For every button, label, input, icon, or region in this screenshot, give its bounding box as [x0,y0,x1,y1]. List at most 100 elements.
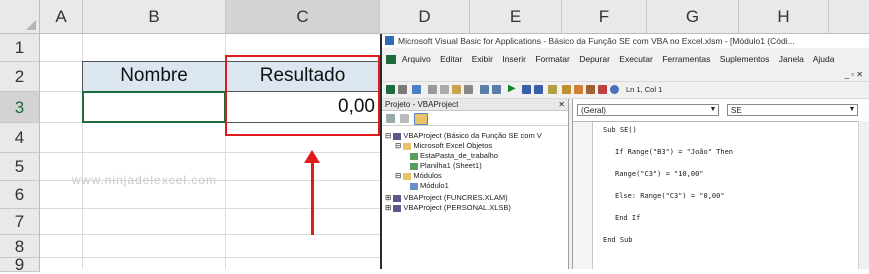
menu-depurar[interactable]: Depurar [579,54,610,64]
row-header-9[interactable]: 9 [0,256,40,273]
column-header-b[interactable]: B [83,0,226,34]
tree-node-module1[interactable]: Módulo1 [410,181,449,191]
cut-icon[interactable] [428,85,437,94]
expand-icon[interactable]: ⊞ [385,193,391,202]
design-mode-icon[interactable] [548,85,557,94]
window-controls[interactable]: _ ▫ ✕ [845,70,863,79]
copy-icon[interactable] [440,85,449,94]
menu-ferramentas[interactable]: Ferramentas [662,54,710,64]
tree-node-label: VBAProject (FUNCRES.XLAM) [403,193,508,202]
procedure-dropdown[interactable]: SE ▼ [727,104,858,116]
row-header-3[interactable]: 3 [0,92,40,123]
folder-icon [403,142,412,150]
column-header-d[interactable]: D [380,0,470,34]
menu-exibir[interactable]: Exibir [472,54,493,64]
arrow-shaft [311,160,314,235]
collapse-icon[interactable]: ⊟ [395,171,401,180]
tree-node-funcres[interactable]: ⊞ VBAProject (FUNCRES.XLAM) [385,193,508,203]
menu-ajuda[interactable]: Ajuda [813,54,835,64]
vba-title-text: Microsoft Visual Basic for Applications … [398,36,795,46]
project-pane-title: Projeto - VBAProject ✕ [382,99,568,111]
row-header-4[interactable]: 4 [0,123,40,153]
tree-node-label: EstaPasta_de_trabalho [420,151,498,160]
code-editor[interactable]: Sub SE() If Range("B3") = "João" Then Ra… [573,121,859,269]
code-line-1: Sub SE() [603,126,637,134]
view-code-icon[interactable] [386,114,395,123]
view-excel-icon[interactable] [386,85,395,94]
column-header-e[interactable]: E [470,0,562,34]
select-all-corner[interactable] [0,0,40,34]
row-header-6[interactable]: 6 [0,181,40,209]
row-header-1[interactable]: 1 [0,34,40,62]
code-line-4: Else: Range("C3") = "0,00" [615,192,725,200]
tree-node-sheet1[interactable]: Planilha1 (Sheet1) [410,161,482,171]
menu-suplementos[interactable]: Suplementos [720,54,770,64]
toolbox-icon[interactable] [598,85,607,94]
module-icon [410,182,418,190]
paste-icon[interactable] [452,85,461,94]
tree-node-label: Planilha1 (Sheet1) [420,161,482,170]
column-header-h[interactable]: H [739,0,829,34]
tree-node-workbook[interactable]: EstaPasta_de_trabalho [410,151,498,161]
code-line-3: Range("C3") = "10,00" [615,170,704,178]
menu-janela[interactable]: Janela [779,54,804,64]
project-explorer-pane: Projeto - VBAProject ✕ ⊟ VBAProject (Bás… [382,99,569,269]
chevron-down-icon[interactable]: ▼ [848,106,856,114]
column-header-i[interactable] [829,0,869,34]
code-line-2: If Range("B3") = "João" Then [615,148,734,156]
reset-icon[interactable] [534,85,543,94]
vba-title-bar[interactable]: Microsoft Visual Basic for Applications … [382,34,869,48]
redo-icon[interactable] [492,85,501,94]
menu-arquivo[interactable]: Arquivo [402,54,431,64]
insert-icon[interactable] [398,85,407,94]
tree-node-vbaproject-main[interactable]: ⊟ VBAProject (Básico da Função SE com V [385,131,542,141]
workbook-icon [410,152,418,160]
undo-icon[interactable] [480,85,489,94]
tree-node-excel-objects[interactable]: ⊟ Microsoft Excel Objetos [395,141,492,151]
column-header-f[interactable]: F [562,0,647,34]
watermark: www.ninjadelexcel.com [72,173,218,187]
collapse-icon[interactable]: ⊟ [395,141,401,150]
tree-node-modules[interactable]: ⊟ Módulos [395,171,442,181]
tree-node-label: Módulos [413,171,442,180]
menu-executar[interactable]: Executar [619,54,653,64]
vba-project-icon [393,132,402,140]
cell-b2[interactable]: Nombre [82,61,226,92]
row-header-5[interactable]: 5 [0,153,40,181]
find-icon[interactable] [464,85,473,94]
project-pane-title-text: Projeto - VBAProject [385,100,459,109]
expand-icon[interactable]: ⊞ [385,203,391,212]
column-header-a[interactable]: A [40,0,83,34]
vba-project-icon [393,194,402,202]
column-header-c[interactable]: C [226,0,380,34]
save-icon[interactable] [412,85,421,94]
help-icon[interactable] [610,85,619,94]
vba-project-icon [393,204,402,212]
menu-editar[interactable]: Editar [440,54,462,64]
toggle-folders-icon[interactable] [414,113,428,125]
object-browser-icon[interactable] [586,85,595,94]
object-dropdown[interactable]: (Geral) ▼ [577,104,719,116]
cell-b3[interactable] [82,91,226,123]
row-header-7[interactable]: 7 [0,209,40,235]
column-header-g[interactable]: G [647,0,739,34]
menu-formatar[interactable]: Formatar [535,54,569,64]
collapse-icon[interactable]: ⊟ [385,131,391,140]
cursor-position: Ln 1, Col 1 [626,85,663,94]
tree-node-personal[interactable]: ⊞ VBAProject (PERSONAL.XLSB) [385,203,511,213]
excel-icon[interactable] [386,55,396,65]
project-pane-toolbar [382,111,568,126]
folder-icon [403,172,412,180]
chevron-down-icon[interactable]: ▼ [709,106,717,114]
vertical-scrollbar[interactable] [858,121,869,269]
menu-inserir[interactable]: Inserir [502,54,526,64]
break-icon[interactable] [522,85,531,94]
run-icon[interactable]: ▶ [508,83,516,94]
view-object-icon[interactable] [400,114,409,123]
row-header-2[interactable]: 2 [0,62,40,92]
project-explorer-icon[interactable] [562,85,571,94]
properties-icon[interactable] [574,85,583,94]
close-icon[interactable]: ✕ [558,99,565,110]
tree-node-label: Microsoft Excel Objetos [413,141,493,150]
tree-node-label: VBAProject (PERSONAL.XLSB) [403,203,511,212]
